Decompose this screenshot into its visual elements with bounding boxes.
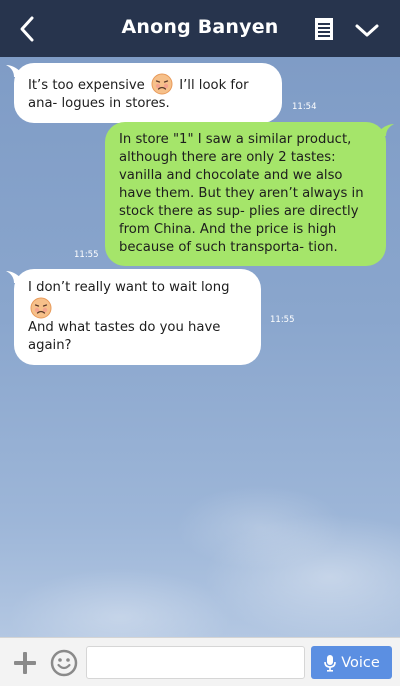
- voice-button[interactable]: Voice: [311, 646, 392, 679]
- chat-area[interactable]: It’s too expensive I’ll look for ana- lo…: [0, 57, 400, 637]
- message-text: And what tastes do you have again?: [28, 320, 221, 353]
- chevron-left-icon: [20, 16, 34, 42]
- message-bubble-incoming[interactable]: I don’t really want to wait long And wha…: [14, 269, 261, 365]
- message-time: 11:55: [270, 315, 295, 325]
- message-bubble-incoming[interactable]: It’s too expensive I’ll look for ana- lo…: [14, 63, 282, 123]
- message-text: In store "1" I saw a similar product, al…: [119, 132, 364, 255]
- notes-icon: [315, 18, 333, 40]
- voice-label: Voice: [341, 654, 380, 671]
- message-time: 11:55: [74, 250, 99, 260]
- message-text: It’s too expensive: [28, 78, 145, 93]
- message-line: I don’t really want to wait long: [28, 279, 247, 319]
- plus-icon: [14, 652, 36, 674]
- chevron-down-icon: [355, 24, 379, 37]
- message-time: 11:54: [292, 102, 317, 112]
- sad-face-emoji-icon: [151, 73, 173, 95]
- message-bubble-outgoing[interactable]: In store "1" I saw a similar product, al…: [105, 122, 386, 266]
- composer-bar: Voice: [0, 637, 400, 686]
- smiley-icon: [50, 649, 78, 677]
- bubble-tail: [378, 124, 394, 136]
- chat-title: Anong Banyen: [121, 16, 279, 38]
- chat-header: Anong Banyen: [0, 0, 400, 57]
- microphone-icon: [324, 654, 337, 672]
- sticker-button[interactable]: [50, 649, 78, 677]
- sad-face-emoji-icon: [30, 297, 52, 319]
- message-text: I don’t really want to wait long: [28, 280, 230, 295]
- add-attachment-button[interactable]: [12, 650, 38, 676]
- notes-button[interactable]: [312, 16, 336, 42]
- back-button[interactable]: [10, 12, 44, 46]
- message-input[interactable]: [86, 646, 305, 679]
- menu-toggle-button[interactable]: [352, 18, 382, 42]
